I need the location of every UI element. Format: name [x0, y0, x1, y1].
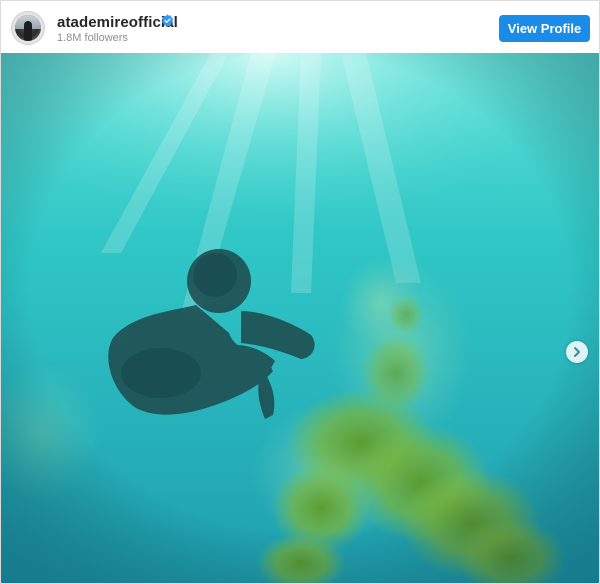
underwater-photo	[1, 53, 599, 583]
chevron-right-icon	[574, 347, 580, 357]
instagram-embed-card: atademireofficial 1.8M followers View Pr…	[0, 0, 600, 584]
avatar[interactable]	[11, 11, 45, 45]
followers-count: 1.8M followers	[57, 32, 128, 44]
verified-badge-icon	[161, 14, 174, 27]
post-image	[1, 53, 599, 583]
avatar-image	[15, 15, 41, 41]
view-profile-button[interactable]: View Profile	[499, 15, 590, 42]
post-header: atademireofficial 1.8M followers View Pr…	[1, 1, 599, 53]
next-slide-button[interactable]	[566, 341, 588, 363]
username[interactable]: atademireofficial	[57, 14, 178, 31]
